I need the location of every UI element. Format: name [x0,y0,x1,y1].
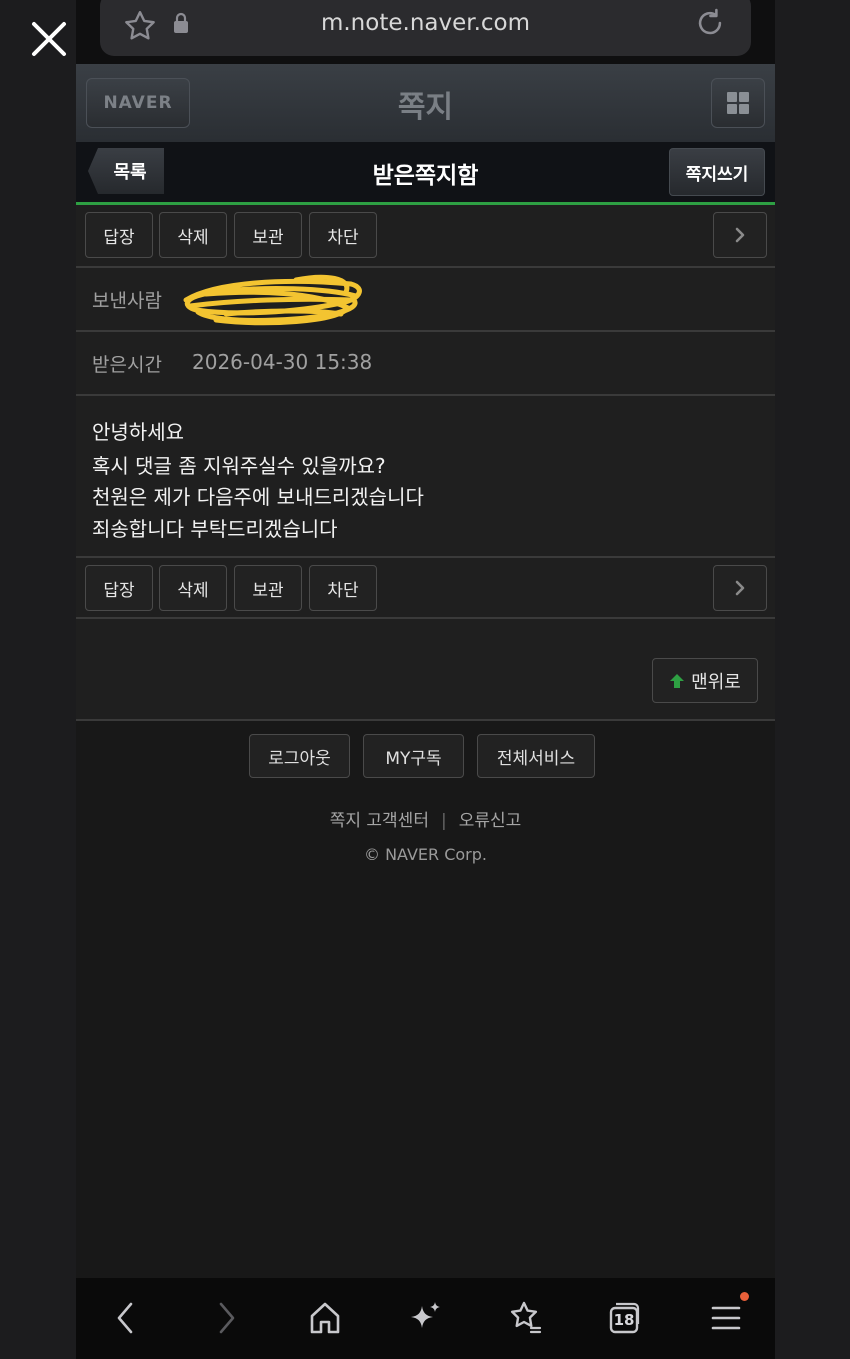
all-services-button[interactable]: 전체서비스 [477,734,595,778]
back-to-top-button[interactable]: 맨위로 [652,658,758,703]
keep-button[interactable]: 보관 [234,212,302,258]
footer-divider: | [440,811,447,831]
received-time-value: 2026-04-30 15:38 [192,350,373,374]
address-bar[interactable]: m.note.naver.com [100,0,751,56]
folder-header: 목록 받은쪽지함 쪽지쓰기 [76,142,775,205]
tab-count: 18 [613,1311,635,1329]
delete-button[interactable]: 삭제 [159,212,227,258]
message-line: 안녕하세요 [92,420,184,444]
footer-links: 쪽지 고객센터 | 오류신고 [76,806,775,831]
tabs-button[interactable]: 18 [607,1298,643,1338]
sender-row: 보낸사람 [76,268,775,330]
message-line: 죄송합니다 부탁드리겠습니다 [92,517,338,541]
browser-bottom-bar: 18 [76,1278,775,1359]
block-button[interactable]: 차단 [309,565,377,611]
app-header: NAVER 쪽지 [76,64,775,143]
logout-button[interactable]: 로그아웃 [249,734,350,778]
content-footer: 맨위로 [76,619,775,719]
report-error-link[interactable]: 오류신고 [459,811,522,831]
chevron-right-icon [735,227,745,243]
next-message-button[interactable] [713,565,767,611]
delete-button[interactable]: 삭제 [159,565,227,611]
reload-icon[interactable] [693,6,727,40]
chevron-right-icon [735,580,745,596]
copyright: © NAVER Corp. [363,845,487,864]
browser-viewport: m.note.naver.com NAVER 쪽지 목록 받은쪽지함 쪽지쓰기 … [76,0,775,1359]
notification-dot [740,1292,749,1301]
sparkle-icon[interactable] [407,1298,443,1338]
message-line: 천원은 제가 다음주에 보내드리겠습니다 [92,485,424,509]
help-center-link[interactable]: 쪽지 고객센터 [330,811,429,831]
arrow-up-icon [670,673,685,688]
reply-button[interactable]: 답장 [85,212,153,258]
apps-grid-button[interactable] [711,78,765,128]
url-text[interactable]: m.note.naver.com [100,10,751,36]
received-time-row: 받은시간 2026-04-30 15:38 [76,332,775,394]
favorites-icon[interactable] [507,1298,543,1338]
back-icon[interactable] [110,1298,140,1338]
message-toolbar-bottom: 답장 삭제 보관 차단 [76,558,775,620]
my-subscribe-button[interactable]: MY구독 [363,734,464,778]
site-footer: 로그아웃 MY구독 전체서비스 쪽지 고객센터 | 오류신고 © NAVER Cor… [76,721,775,1278]
back-to-top-label: 맨위로 [691,671,741,693]
write-note-button[interactable]: 쪽지쓰기 [669,148,765,196]
close-icon[interactable] [28,18,70,60]
sender-label: 보낸사람 [92,290,162,312]
message-toolbar-top: 답장 삭제 보관 차단 [76,205,775,267]
keep-button[interactable]: 보관 [234,565,302,611]
redaction-scribble [183,274,362,326]
browser-toolbar: m.note.naver.com [76,0,775,64]
menu-icon[interactable] [708,1298,744,1338]
grid-icon [727,92,737,102]
block-button[interactable]: 차단 [309,212,377,258]
home-icon[interactable] [307,1298,343,1338]
reply-button[interactable]: 답장 [85,565,153,611]
message-line: 혹시 댓글 좀 지워주실수 있을까요? [92,454,386,478]
received-time-label: 받은시간 [92,354,162,376]
forward-icon[interactable] [212,1298,242,1338]
message-body: 안녕하세요 혹시 댓글 좀 지워주실수 있을까요? 천원은 제가 다음주에 보내… [76,396,775,556]
next-message-button[interactable] [713,212,767,258]
page-title: 쪽지 [397,90,454,125]
